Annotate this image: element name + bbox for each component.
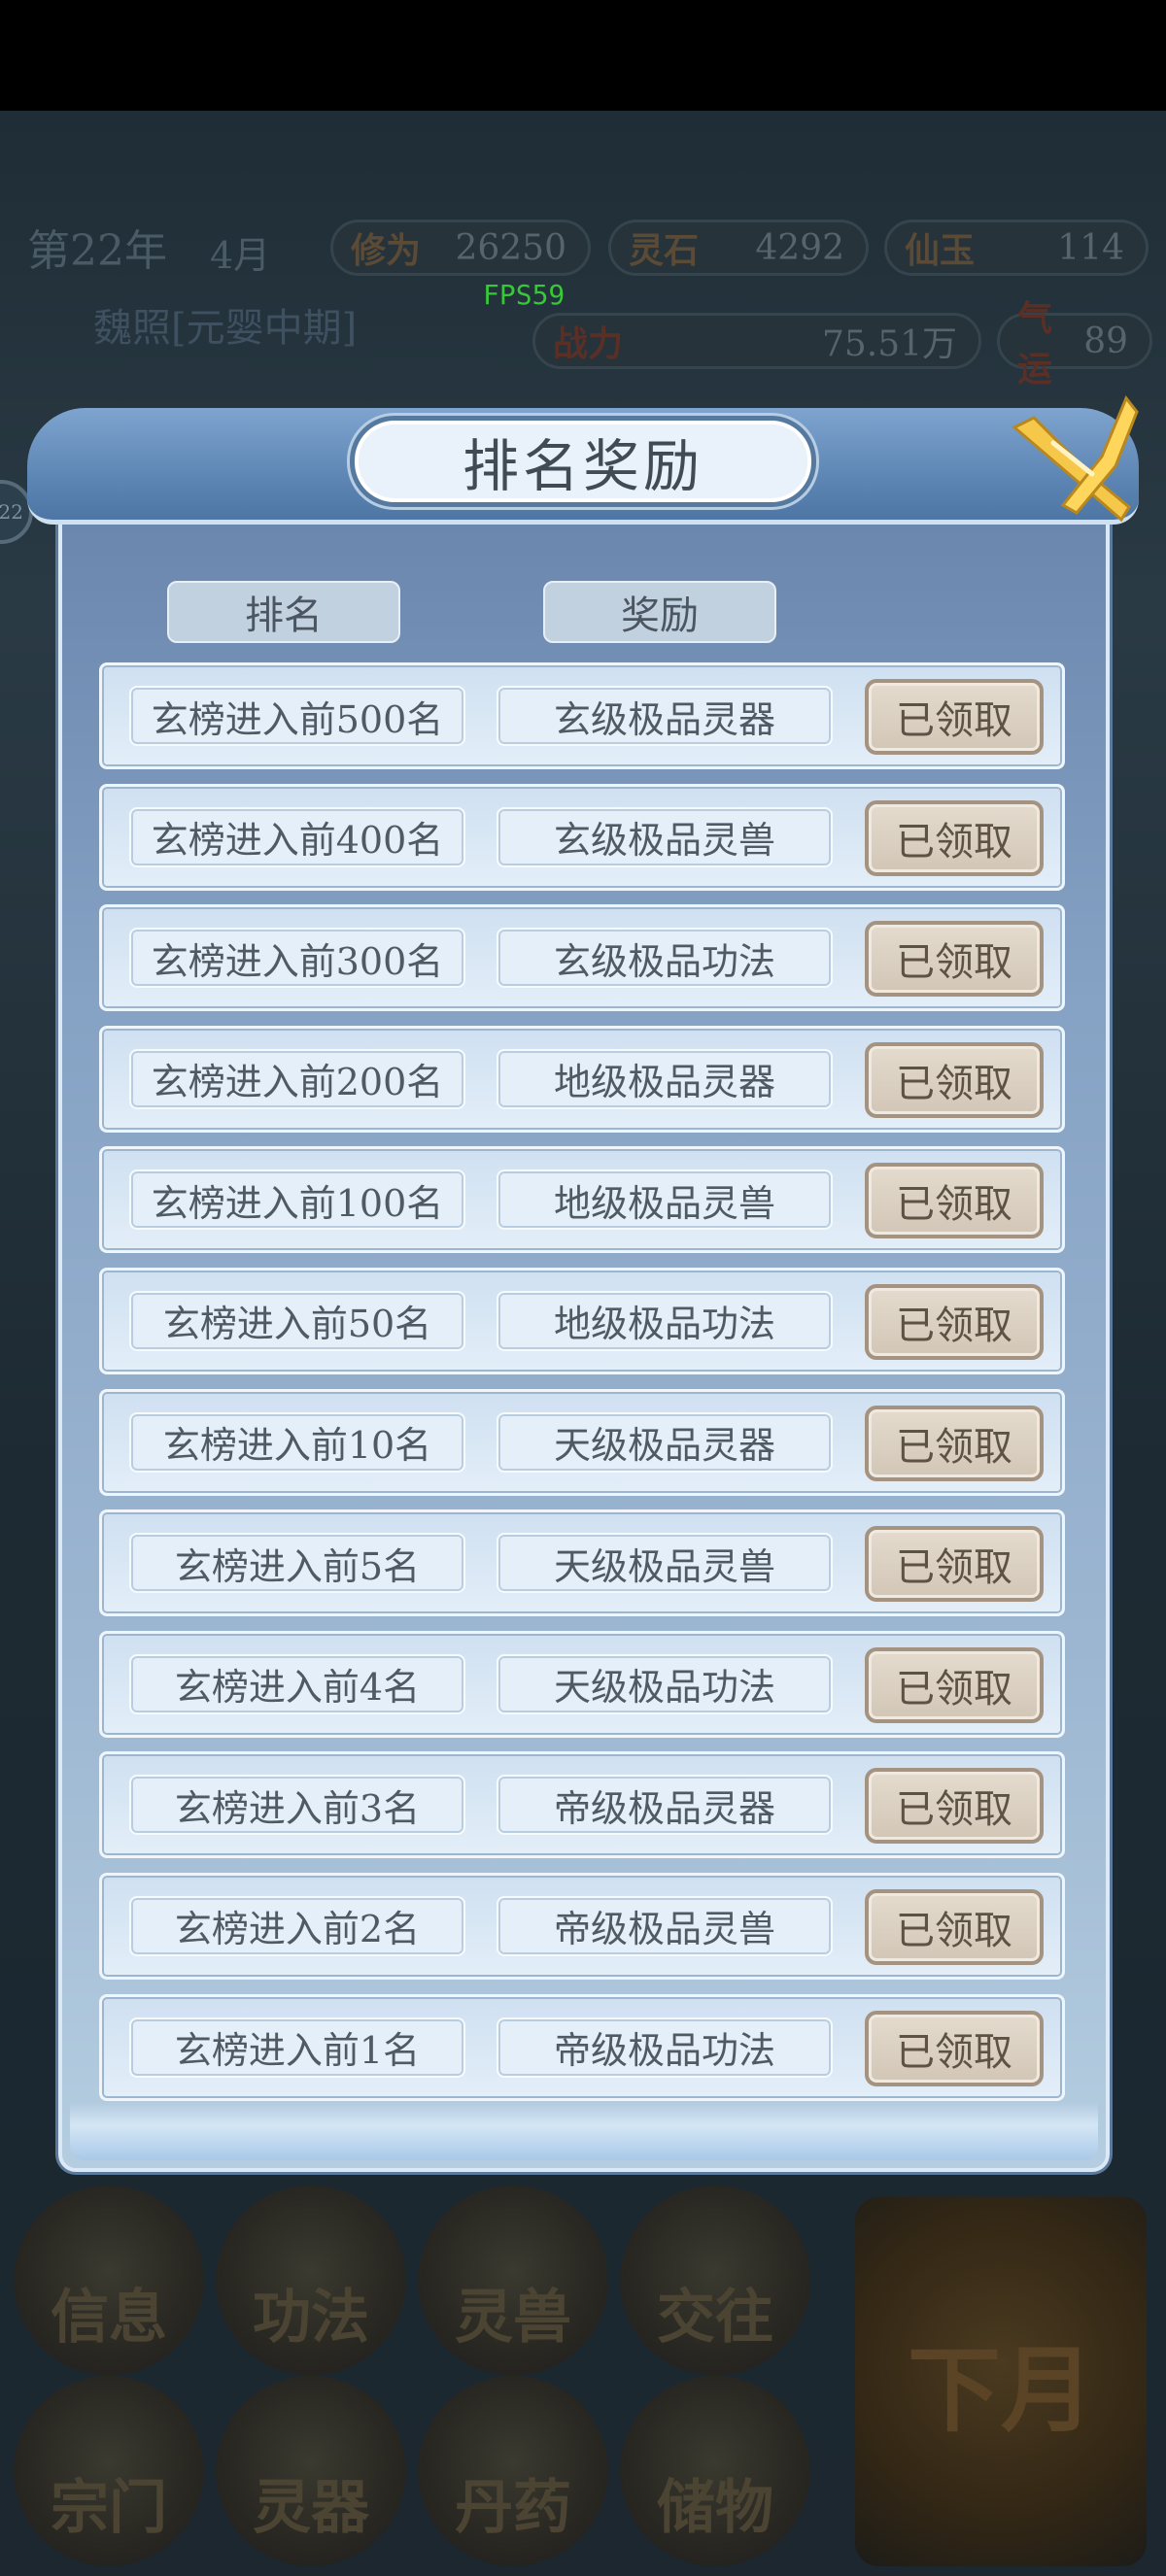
claimed-button[interactable]: 已领取 [865, 1768, 1044, 1845]
rank-requirement: 玄榜进入前400名 [129, 806, 465, 867]
reward-row: 玄榜进入前2名 帝级极品灵兽 已领取 [99, 1872, 1065, 1980]
rank-requirement: 玄榜进入前1名 [129, 2017, 465, 2078]
nav-beasts-button: 灵兽 [418, 2186, 608, 2376]
reward-item: 地级极品功法 [497, 1290, 833, 1351]
reward-item: 帝级极品灵兽 [497, 1895, 833, 1956]
column-header-rank: 排名 [167, 581, 400, 643]
claimed-button[interactable]: 已领取 [865, 2010, 1044, 2086]
claimed-button[interactable]: 已领取 [865, 1646, 1044, 1723]
stat-xiuwei-value: 26250 [455, 227, 566, 268]
column-header-reward: 奖励 [543, 581, 776, 643]
reward-item: 天级极品灵器 [497, 1411, 833, 1473]
claimed-button[interactable]: 已领取 [865, 921, 1044, 998]
rank-requirement: 玄榜进入前300名 [129, 928, 465, 989]
claimed-button[interactable]: 已领取 [865, 1526, 1044, 1603]
reward-row: 玄榜进入前3名 帝级极品灵器 已领取 [99, 1751, 1065, 1859]
dialog-title: 排名奖励 [350, 416, 816, 507]
fps-counter: FPS59 [483, 279, 566, 311]
reward-row: 玄榜进入前100名 地级极品灵兽 已领取 [99, 1146, 1065, 1254]
nav-storage-button: 储物 [620, 2376, 810, 2566]
reward-item: 帝级极品功法 [497, 2017, 833, 2078]
stat-xianyu-value: 114 [1057, 227, 1124, 268]
stat-xiuwei-label: 修为 [351, 230, 422, 271]
nav-artifacts-button: 灵器 [216, 2376, 406, 2566]
reward-row: 玄榜进入前200名 地级极品灵器 已领取 [99, 1025, 1065, 1133]
reward-item: 帝级极品灵器 [497, 1775, 833, 1836]
month-label: 4月 [210, 234, 271, 277]
stat-lingshi: 灵石 4292 [608, 220, 869, 276]
reward-item: 地级极品灵兽 [497, 1169, 833, 1231]
reward-row: 玄榜进入前50名 地级极品功法 已领取 [99, 1267, 1065, 1374]
reward-item: 玄级极品灵器 [497, 686, 833, 746]
stat-lingshi-value: 4292 [755, 227, 844, 268]
claimed-button[interactable]: 已领取 [865, 1405, 1044, 1481]
rank-requirement: 玄榜进入前4名 [129, 1653, 465, 1714]
stat-qiyun-value: 89 [1083, 321, 1128, 361]
claimed-button[interactable]: 已领取 [865, 1888, 1044, 1965]
stat-xiuwei: 修为 26250 [330, 220, 591, 276]
reward-row: 玄榜进入前5名 天级极品灵兽 已领取 [99, 1509, 1065, 1617]
status-bar [0, 0, 1166, 111]
stat-qiyun-label: 气运 [1017, 298, 1053, 390]
nav-pills-button: 丹药 [418, 2376, 608, 2566]
stat-zhanli: 战力 75.51万 [532, 313, 981, 369]
stat-xianyu-label: 仙玉 [905, 230, 976, 271]
reward-item: 玄级极品灵兽 [497, 806, 833, 867]
rank-requirement: 玄榜进入前3名 [129, 1775, 465, 1836]
rank-requirement: 玄榜进入前10名 [129, 1411, 465, 1473]
nav-info-button: 信息 [14, 2186, 204, 2376]
stat-xianyu: 仙玉 114 [884, 220, 1149, 276]
reward-row: 玄榜进入前400名 玄级极品灵兽 已领取 [99, 783, 1065, 891]
reward-row: 玄榜进入前300名 玄级极品功法 已领取 [99, 904, 1065, 1012]
stat-qiyun: 气运 89 [997, 298, 1152, 390]
reward-row: 玄榜进入前4名 天级极品功法 已领取 [99, 1630, 1065, 1738]
stat-zhanli-label: 战力 [553, 323, 624, 364]
reward-item: 天级极品灵兽 [497, 1533, 833, 1594]
rank-requirement: 玄榜进入前2名 [129, 1895, 465, 1956]
close-button[interactable] [995, 389, 1141, 525]
nav-sect-button: 宗门 [14, 2376, 204, 2566]
stat-lingshi-label: 灵石 [629, 230, 700, 271]
close-icon [1012, 395, 1139, 523]
claimed-button[interactable]: 已领取 [865, 1283, 1044, 1360]
rank-requirement: 玄榜进入前100名 [129, 1169, 465, 1231]
rank-requirement: 玄榜进入前200名 [129, 1048, 465, 1109]
stat-zhanli-value: 75.51万 [821, 324, 957, 364]
rank-requirement: 玄榜进入前50名 [129, 1290, 465, 1351]
reward-item: 玄级极品功法 [497, 928, 833, 989]
reward-row: 玄榜进入前500名 玄级极品灵器 已领取 [99, 662, 1065, 769]
reward-item: 天级极品功法 [497, 1653, 833, 1714]
claimed-button[interactable]: 已领取 [865, 799, 1044, 876]
reward-list: 玄榜进入前500名 玄级极品灵器 已领取 玄榜进入前400名 玄级极品灵兽 已领… [99, 662, 1065, 2115]
reward-item: 地级极品灵器 [497, 1048, 833, 1109]
year-label: 第22年 [27, 226, 167, 276]
rank-requirement: 玄榜进入前500名 [129, 686, 465, 746]
player-name: 魏照[元婴中期] [93, 306, 358, 351]
nav-skills-button: 功法 [216, 2186, 406, 2376]
rank-requirement: 玄榜进入前5名 [129, 1533, 465, 1594]
nav-social-button: 交往 [620, 2186, 810, 2376]
claimed-button[interactable]: 已领取 [865, 1041, 1044, 1118]
claimed-button[interactable]: 已领取 [865, 679, 1044, 755]
claimed-button[interactable]: 已领取 [865, 1163, 1044, 1239]
reward-row: 玄榜进入前1名 帝级极品功法 已领取 [99, 1993, 1065, 2101]
next-month-button: 下月 [855, 2197, 1147, 2566]
reward-row: 玄榜进入前10名 天级极品灵器 已领取 [99, 1388, 1065, 1496]
